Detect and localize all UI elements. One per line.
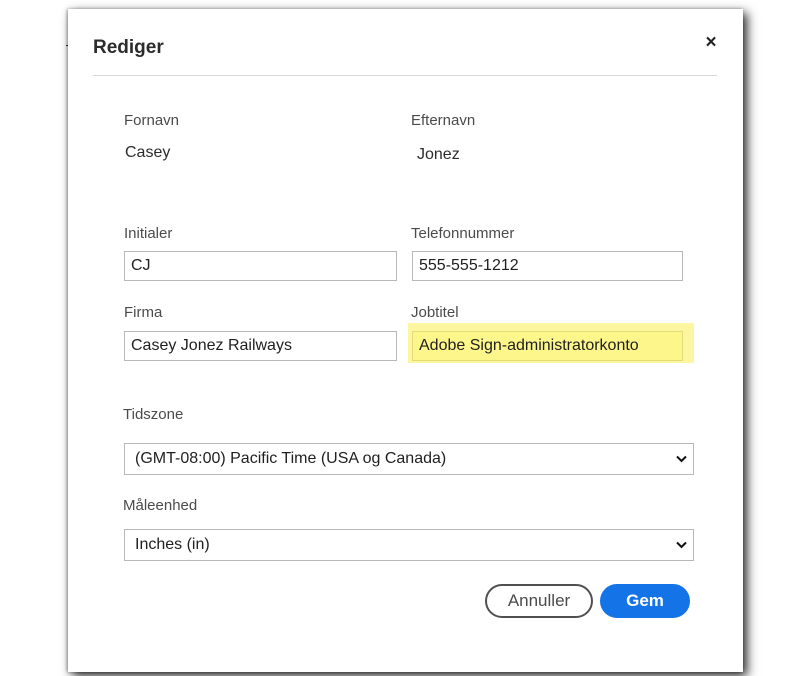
job-title-label: Jobtitel [411,304,459,321]
company-label: Firma [124,304,163,321]
last-name-value: Jonez [417,146,460,163]
initials-input[interactable] [124,251,397,281]
timezone-label: Tidszone [123,406,184,423]
company-input[interactable] [124,331,397,361]
units-selected-value: Inches (in) [135,536,210,553]
cancel-button[interactable]: Annuller [485,584,593,618]
save-button[interactable]: Gem [600,584,690,618]
initials-label: Initialer [124,225,173,242]
first-name-label: Fornavn [124,112,180,129]
timezone-selected-value: (GMT-08:00) Pacific Time (USA og Canada) [135,450,447,467]
timezone-select[interactable]: (GMT-08:00) Pacific Time (USA og Canada) [124,443,694,475]
first-name-value: Casey [125,144,171,161]
phone-input[interactable] [412,251,683,281]
close-icon[interactable]: × [702,32,720,54]
units-select[interactable]: Inches (in) [124,529,694,561]
phone-label: Telefonnummer [411,225,515,242]
job-title-input[interactable] [412,331,683,361]
screen: Rediger × Fornavn Casey Efternavn Jonez … [0,0,800,676]
last-name-label: Efternavn [411,112,476,129]
title-divider [93,75,717,76]
units-label: Måleenhed [123,497,198,514]
chevron-down-icon [675,530,687,560]
edit-dialog: Rediger × Fornavn Casey Efternavn Jonez … [68,9,743,672]
dialog-title: Rediger [93,37,164,58]
chevron-down-icon [675,444,687,474]
